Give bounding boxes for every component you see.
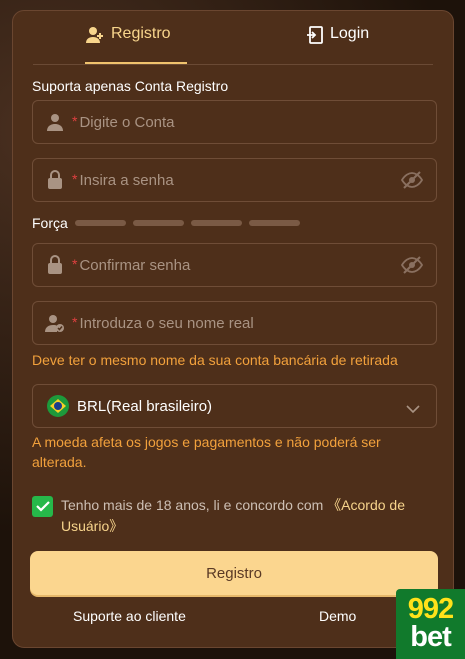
logo-word: bet — [410, 621, 451, 653]
required-mark: * — [72, 112, 78, 129]
agree-checkbox[interactable] — [32, 496, 53, 517]
brazil-flag-icon — [47, 395, 69, 417]
password-strength-meter — [75, 220, 300, 226]
brand-logo: 992 bet — [396, 589, 465, 659]
user-verified-icon — [45, 313, 65, 333]
account-label: Suporta apenas Conta Registro — [32, 78, 229, 94]
required-mark: * — [72, 313, 78, 330]
user-add-icon — [85, 25, 105, 45]
demo-link[interactable]: Demo — [319, 608, 356, 624]
confirm-password-input[interactable]: * Confirmar senha — [32, 243, 437, 287]
auth-tabs: Registro Login — [33, 11, 433, 65]
realname-input[interactable]: * Introduza o seu nome real — [32, 301, 437, 345]
agreement-row: Tenho mais de 18 anos, li e concordo com… — [32, 495, 432, 537]
strength-bar — [75, 220, 126, 226]
active-tab-indicator — [85, 62, 187, 64]
register-modal: Registro Login Suporta apenas Conta Regi… — [12, 10, 454, 648]
currency-hint: A moeda afeta os jogos e pagamentos e nã… — [32, 434, 381, 470]
account-placeholder: Digite o Conta — [79, 113, 175, 131]
strength-bar — [191, 220, 242, 226]
confirm-placeholder: Confirmar senha — [79, 256, 191, 274]
lock-icon — [45, 255, 65, 275]
eye-off-icon[interactable] — [400, 255, 424, 280]
password-placeholder: Insira a senha — [79, 171, 174, 189]
agreement-label: Tenho mais de 18 anos, li e concordo com — [61, 497, 328, 513]
realname-placeholder: Introduza o seu nome real — [79, 314, 254, 332]
tab-login-label: Login — [330, 25, 370, 42]
strength-bar — [133, 220, 184, 226]
realname-hint: Deve ter o mesmo nome da sua conta bancá… — [32, 352, 398, 368]
user-icon — [45, 112, 65, 132]
lock-icon — [45, 170, 65, 190]
required-mark: * — [72, 170, 78, 187]
eye-off-icon[interactable] — [400, 170, 424, 195]
required-mark: * — [72, 255, 78, 272]
tab-register-label: Registro — [111, 25, 171, 42]
tab-login[interactable]: Login — [306, 25, 369, 65]
currency-select[interactable]: BRL(Real brasileiro) — [32, 384, 437, 428]
currency-value: BRL(Real brasileiro) — [77, 397, 213, 415]
account-input[interactable]: * Digite o Conta — [32, 100, 437, 144]
password-input[interactable]: * Insira a senha — [32, 158, 437, 202]
register-submit-button[interactable]: Registro — [30, 551, 438, 595]
door-enter-icon — [306, 25, 324, 45]
strength-label: Força — [32, 215, 68, 231]
customer-support-link[interactable]: Suporte ao cliente — [73, 608, 186, 624]
chevron-down-icon — [406, 401, 420, 419]
logo-number: 992 — [407, 593, 454, 626]
strength-bar — [249, 220, 300, 226]
agreement-text: Tenho mais de 18 anos, li e concordo com… — [61, 495, 432, 537]
tab-register[interactable]: Registro — [85, 25, 171, 65]
